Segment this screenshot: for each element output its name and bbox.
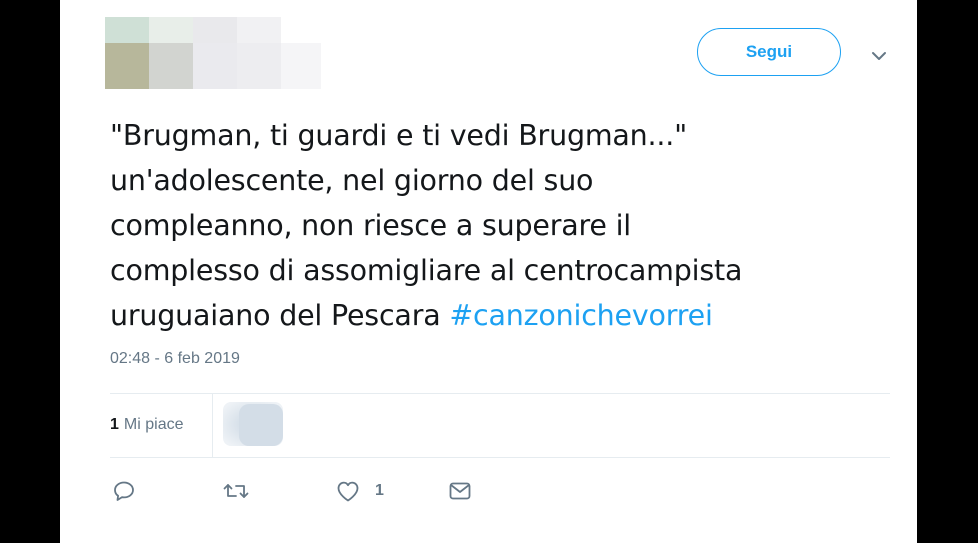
- hashtag-link[interactable]: #canzonichevorrei: [449, 299, 713, 332]
- divider: [110, 393, 890, 394]
- heart-icon: [337, 481, 359, 502]
- tweet-text-line: "Brugman, ti guardi e ti vedi Brugman...…: [110, 119, 688, 152]
- tweet-card: Segui "Brugman, ti guardi e ti vedi Brug…: [60, 0, 917, 543]
- tweet-text-last: uruguaiano del Pescara: [110, 299, 450, 332]
- tweet-text-line: compleanno, non riesce a superare il: [110, 209, 632, 242]
- follow-button[interactable]: Segui: [697, 28, 841, 76]
- tweet-text-line: uruguaiano del Pescara #canzonichevorrei: [110, 293, 890, 338]
- likes-count: 1: [110, 416, 119, 433]
- mail-icon: [449, 482, 471, 500]
- chevron-down-icon[interactable]: [868, 45, 890, 67]
- tweet-timestamp[interactable]: 02:48 - 6 feb 2019: [110, 350, 240, 368]
- tweet-text-line: complesso di assomigliare al centrocampi…: [110, 254, 743, 287]
- retweet-icon: [223, 484, 249, 498]
- direct-message-button[interactable]: [448, 478, 472, 504]
- tweet-text: "Brugman, ti guardi e ti vedi Brugman...…: [110, 113, 890, 338]
- reply-button[interactable]: [112, 478, 136, 504]
- liker-avatar[interactable]: [223, 402, 283, 446]
- reply-icon: [114, 481, 134, 501]
- divider: [212, 393, 213, 457]
- blurred-user-info[interactable]: [105, 17, 321, 91]
- divider: [110, 457, 890, 458]
- like-count: 1: [375, 482, 384, 499]
- like-button[interactable]: 1: [335, 478, 384, 504]
- retweet-button[interactable]: [222, 478, 250, 504]
- likes-label: Mi piace: [123, 416, 184, 433]
- tweet-text-line: un'adolescente, nel giorno del suo: [110, 164, 594, 197]
- likes-stat[interactable]: 1 Mi piace: [110, 401, 183, 449]
